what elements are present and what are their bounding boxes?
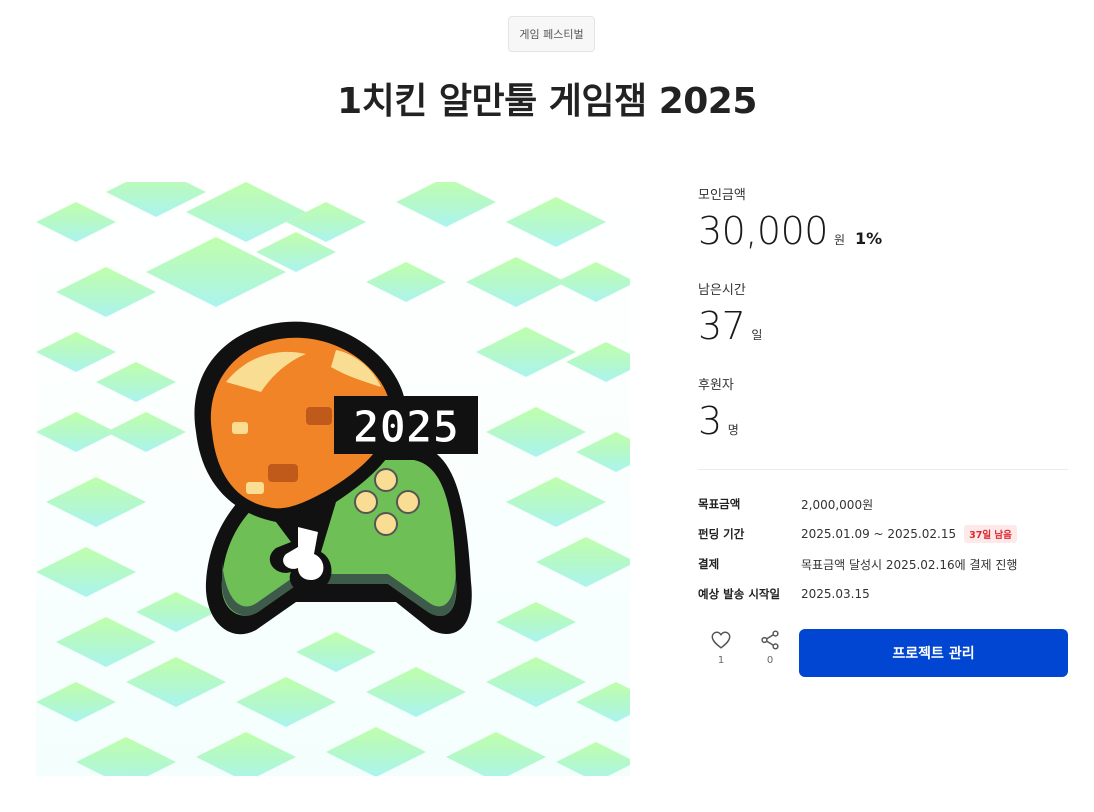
remaining-days-badge: 37일 남음 <box>964 525 1017 543</box>
funding-summary: 모인금액 30,000 원 1% 남은시간 37 일 후원자 3 명 <box>698 184 1068 443</box>
manage-project-button[interactable]: 프로젝트 관리 <box>799 629 1068 677</box>
backers-value: 3 <box>698 399 722 443</box>
backers-unit: 명 <box>727 423 739 437</box>
backers-label: 후원자 <box>698 378 734 393</box>
share-count: 0 <box>766 655 774 666</box>
raised-unit: 원 <box>833 233 846 247</box>
detail-payment-key: 결제 <box>698 557 720 571</box>
share-button[interactable]: 0 <box>747 629 793 677</box>
detail-period-key: 펀딩 기간 <box>698 527 745 541</box>
time-left-label: 남은시간 <box>698 283 746 298</box>
raised-amount: 30,000 <box>698 209 828 253</box>
project-thumbnail: 2025 <box>36 182 630 776</box>
raised-label: 모인금액 <box>698 188 746 203</box>
detail-shipping-value: 2025.03.15 <box>801 587 870 601</box>
divider <box>698 469 1068 470</box>
time-left-stat: 남은시간 37 일 <box>698 279 1068 348</box>
raised-stat: 모인금액 30,000 원 1% <box>698 184 1068 253</box>
time-left-unit: 일 <box>751 328 763 342</box>
detail-goal: 목표금액 2,000,000원 <box>698 489 1068 519</box>
detail-period: 펀딩 기간 2025.01.09 ~ 2025.02.15 37일 남음 <box>698 519 1068 549</box>
heart-icon <box>711 631 731 649</box>
time-left-value: 37 <box>698 304 746 348</box>
detail-goal-value: 2,000,000원 <box>801 497 874 512</box>
page-title: 1치킨 알만툴 게임잼 2025 <box>337 81 757 122</box>
share-icon <box>761 630 779 650</box>
like-button[interactable]: 1 <box>698 629 744 677</box>
thumbnail-illustration: 2025 <box>36 182 630 776</box>
action-bar: 1 0 프로젝트 관리 <box>698 629 1068 677</box>
year-badge-text: 2025 <box>353 402 459 453</box>
detail-shipping: 예상 발송 시작일 2025.03.15 <box>698 579 1068 609</box>
detail-payment-value: 목표금액 달성시 2025.02.16에 결제 진행 <box>801 557 1018 572</box>
detail-goal-key: 목표금액 <box>698 497 741 511</box>
category-chip[interactable]: 게임 페스티벌 <box>508 16 595 52</box>
like-count: 1 <box>717 655 725 666</box>
year-badge: 2025 <box>334 396 478 454</box>
detail-shipping-key: 예상 발송 시작일 <box>698 587 781 601</box>
detail-payment: 결제 목표금액 달성시 2025.02.16에 결제 진행 <box>698 549 1068 579</box>
funding-details: 목표금액 2,000,000원 펀딩 기간 2025.01.09 ~ 2025.… <box>698 489 1068 609</box>
raised-percent: 1% <box>855 229 883 248</box>
detail-period-value: 2025.01.09 ~ 2025.02.15 <box>801 527 957 541</box>
backers-stat: 후원자 3 명 <box>698 374 1068 443</box>
